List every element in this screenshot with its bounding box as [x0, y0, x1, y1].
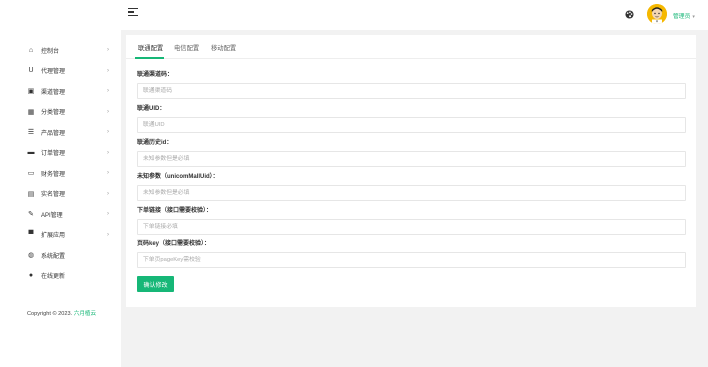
topbar: 管理员 ▾: [121, 0, 708, 30]
sidebar-item-label: 渠道管理: [41, 89, 66, 96]
sidebar-item-label: 系统配置: [41, 253, 66, 260]
sidebar-item-agents[interactable]: U 代理管理 ›: [0, 61, 121, 82]
sidebar-item-online-update[interactable]: ● 在线更新: [0, 266, 121, 287]
settings-icon: ◍: [27, 252, 35, 260]
field-label: 页码key（接口需要校验）：: [137, 241, 211, 247]
sidebar-item-label: 实名管理: [41, 192, 66, 199]
wrench-icon: ✎: [28, 211, 34, 219]
field-label: 下单链接（接口需要校验）：: [137, 208, 213, 214]
image-icon: ▣: [27, 88, 35, 96]
sidebar-item-orders[interactable]: ▬ 订单管理 ›: [0, 143, 121, 164]
copyright: Copyright © 2023. 六月植云: [27, 309, 96, 317]
tab-telecom-config[interactable]: 电信配置: [174, 43, 199, 52]
palette-icon[interactable]: [625, 10, 634, 19]
sidebar-item-api[interactable]: ✎ API管理 ›: [0, 204, 121, 225]
field-label: 联通UID：: [137, 106, 166, 112]
chevron-right-icon: ›: [107, 88, 109, 95]
channel-code-input[interactable]: [137, 83, 686, 99]
page-key-input[interactable]: [137, 252, 686, 268]
field-unicom-uid: 联通UID：: [137, 105, 686, 133]
sidebar-item-realname[interactable]: ▤ 实名管理 ›: [0, 184, 121, 205]
card-icon: ▭: [27, 170, 35, 178]
user-name-label: 管理员: [673, 14, 691, 20]
sidebar-item-system-config[interactable]: ◍ 系统配置: [0, 245, 121, 266]
active-tab-indicator: [135, 57, 164, 59]
config-card: 联通配置 电信配置 移动配置 联通渠道码： 联通UID： 联通历史id： 未知参…: [126, 35, 696, 307]
sidebar-item-extensions[interactable]: ▀ 扩展应用 ›: [0, 225, 121, 246]
sidebar-item-dashboard[interactable]: ⌂ 控制台 ›: [0, 40, 121, 61]
copyright-brand-link[interactable]: 六月植云: [74, 311, 96, 317]
field-channel-code: 联通渠道码：: [137, 71, 686, 99]
field-label: 联通渠道码：: [137, 72, 174, 78]
chevron-right-icon: ›: [107, 108, 109, 115]
field-label: 联通历史id：: [137, 140, 173, 146]
sidebar-item-label: 产品管理: [41, 130, 66, 137]
home-icon: ⌂: [28, 46, 34, 54]
user-menu[interactable]: 管理员 ▾: [673, 11, 695, 20]
chevron-right-icon: ›: [107, 129, 109, 136]
sidebar: ⌂ 控制台 › U 代理管理 › ▣ 渠道管理 › ▦ 分类管理 › ☰ 产品管…: [0, 0, 121, 367]
field-page-key: 页码key（接口需要校验）：: [137, 240, 686, 268]
tab-bar: 联通配置 电信配置 移动配置: [126, 35, 696, 59]
grid-icon: ▦: [27, 108, 35, 116]
history-id-input[interactable]: [137, 151, 686, 167]
hamburger-icon[interactable]: [128, 8, 138, 18]
tab-unicom-config[interactable]: 联通配置: [138, 43, 163, 52]
sidebar-item-products[interactable]: ☰ 产品管理 ›: [0, 122, 121, 143]
sidebar-item-label: 财务管理: [41, 171, 66, 178]
sidebar-item-label: 订单管理: [41, 151, 66, 158]
sidebar-item-categories[interactable]: ▦ 分类管理 ›: [0, 102, 121, 123]
order-link-input[interactable]: [137, 219, 686, 235]
field-history-id: 联通历史id：: [137, 139, 686, 167]
sidebar-item-label: 控制台: [41, 48, 60, 55]
sidebar-item-finance[interactable]: ▭ 财务管理 ›: [0, 163, 121, 184]
chevron-right-icon: ›: [107, 47, 109, 54]
sidebar-nav: ⌂ 控制台 › U 代理管理 › ▣ 渠道管理 › ▦ 分类管理 › ☰ 产品管…: [0, 40, 121, 286]
unicom-mall-uid-input[interactable]: [137, 185, 686, 201]
app-icon: ▀: [28, 231, 34, 239]
unicom-uid-input[interactable]: [137, 117, 686, 133]
id-card-icon: ▤: [27, 190, 35, 198]
sidebar-item-channels[interactable]: ▣ 渠道管理 ›: [0, 81, 121, 102]
chevron-right-icon: ›: [107, 67, 109, 74]
avatar[interactable]: [647, 4, 667, 24]
chevron-right-icon: ›: [107, 211, 109, 218]
sidebar-item-label: 代理管理: [41, 69, 66, 76]
update-icon: ●: [28, 272, 34, 280]
sidebar-item-label: API管理: [41, 212, 63, 219]
field-unicom-mall-uid: 未知参数（unicomMallUid）：: [137, 173, 686, 201]
sidebar-item-label: 在线更新: [41, 274, 66, 281]
copyright-prefix: Copyright © 2023.: [27, 311, 73, 317]
caret-down-icon: ▾: [692, 14, 695, 20]
sidebar-item-label: 分类管理: [41, 110, 66, 117]
tab-mobile-config[interactable]: 移动配置: [211, 43, 236, 52]
chevron-right-icon: ›: [107, 190, 109, 197]
confirm-modify-button[interactable]: 确认修改: [137, 276, 174, 292]
list-icon: ☰: [27, 129, 35, 137]
sidebar-logo-area: [0, 0, 121, 30]
chevron-right-icon: ›: [107, 231, 109, 238]
order-icon: ▬: [27, 149, 35, 157]
field-label: 未知参数（unicomMallUid）：: [137, 174, 219, 180]
chevron-right-icon: ›: [107, 170, 109, 177]
sidebar-item-label: 扩展应用: [41, 233, 66, 240]
chevron-right-icon: ›: [107, 149, 109, 156]
field-order-link: 下单链接（接口需要校验）：: [137, 207, 686, 235]
magnet-icon: U: [28, 67, 34, 75]
